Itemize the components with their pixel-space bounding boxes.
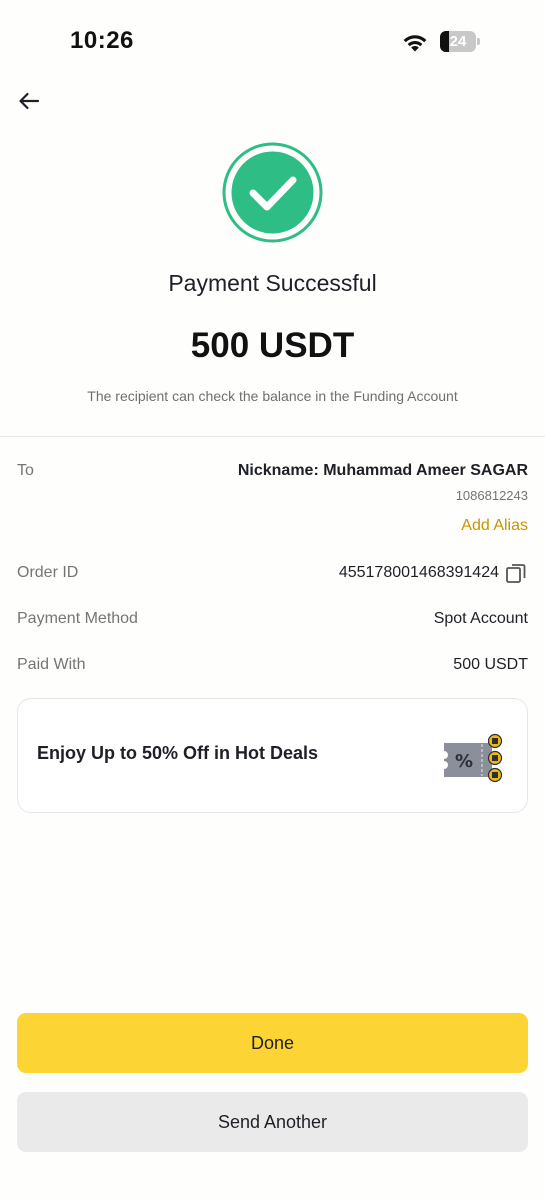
promo-text: Enjoy Up to 50% Off in Hot Deals [37,743,319,763]
recipient-id: 1086812243 [455,488,528,503]
order-id-value: 455178001468391424 [338,564,499,581]
done-button[interactable]: Done [17,1013,528,1073]
divider [0,436,545,437]
page-title: Payment Successful [168,270,377,296]
copy-icon[interactable] [505,562,527,584]
send-another-button[interactable]: Send Another [17,1092,528,1152]
check-circle-icon [222,142,323,243]
payment-method-value: Spot Account [433,610,528,627]
battery-body: 24 [440,31,476,52]
paid-with-label: Paid With [17,656,86,673]
back-button[interactable] [14,86,44,116]
status-bar: 10:26 24 [0,0,545,84]
hot-deals-banner[interactable]: Enjoy Up to 50% Off in Hot Deals % [17,698,528,813]
payment-method-label: Payment Method [17,610,138,627]
arrow-left-icon [19,92,40,110]
add-alias-link[interactable]: Add Alias [461,517,528,535]
payment-amount: 500 USDT [190,326,355,365]
wifi-icon [403,35,427,52]
coupon-icon: % [444,733,503,783]
payment-subtitle: The recipient can check the balance in t… [87,388,458,404]
battery-indicator: 24 [440,31,480,52]
battery-level-text: 24 [449,33,467,50]
to-label: To [17,462,34,479]
paid-with-value: 500 USDT [453,656,528,673]
battery-tip [477,38,480,45]
order-id-label: Order ID [17,564,79,581]
status-time: 10:26 [70,27,134,54]
recipient-nickname: Nickname: Muhammad Ameer SAGAR [237,462,528,479]
svg-text:%: % [455,751,473,772]
